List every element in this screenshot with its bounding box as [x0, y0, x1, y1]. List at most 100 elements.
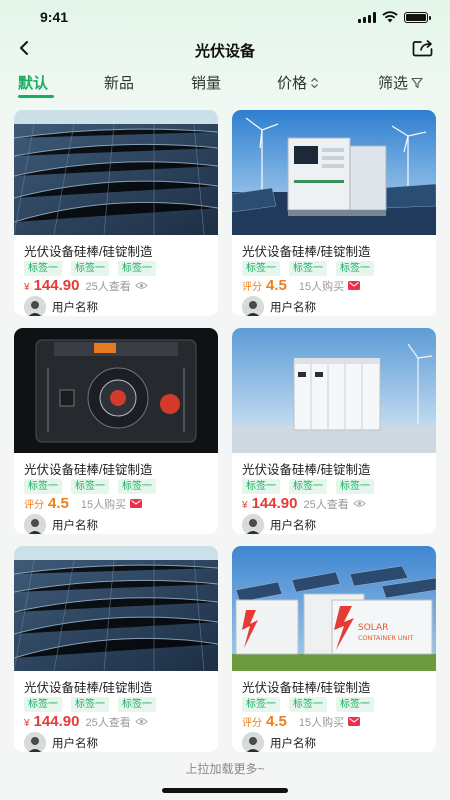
product-tag: 标签一	[242, 479, 280, 494]
product-card[interactable]: 光伏设备硅棒/硅锭制造 标签一 标签一 标签一 评分 4.5 15人购买 用户名称	[232, 110, 436, 316]
tab-new[interactable]: 新品	[104, 72, 134, 93]
user-name: 用户名称	[52, 302, 98, 314]
product-tag: 标签一	[242, 697, 280, 712]
seller-info[interactable]: 用户名称	[24, 732, 98, 752]
price-row: ¥144.90 25人查看	[24, 277, 148, 297]
currency-symbol: ¥	[24, 718, 30, 729]
price-row: ¥144.90 25人查看	[242, 495, 366, 515]
tab-price[interactable]: 价格	[277, 72, 319, 93]
price-row: ¥144.90 25人查看	[24, 713, 148, 733]
product-image	[232, 110, 436, 235]
avatar	[242, 514, 264, 534]
product-image	[14, 110, 218, 235]
product-tag: 标签一	[336, 697, 374, 712]
currency-symbol: ¥	[24, 282, 30, 293]
avatar	[24, 732, 46, 752]
product-score: 4.5	[48, 495, 69, 512]
tab-filter[interactable]: 筛选	[378, 72, 423, 93]
product-tag: 标签一	[289, 261, 327, 276]
image-text-solar: SOLAR	[358, 623, 388, 633]
purchase-count: 15人购买	[298, 281, 345, 293]
product-image	[14, 546, 218, 671]
product-tag: 标签一	[24, 261, 62, 276]
tab-default[interactable]: 默认	[18, 72, 48, 93]
product-tag: 标签一	[71, 697, 109, 712]
score-label: 评分	[242, 282, 262, 293]
page-title: 光伏设备	[194, 43, 255, 60]
tag-list: 标签一 标签一 标签一	[242, 479, 374, 494]
product-image	[14, 328, 218, 453]
currency-symbol: ¥	[242, 500, 248, 511]
cellular-signal-icon	[358, 11, 376, 23]
avatar	[24, 296, 46, 316]
image-text-container-unit: CONTAINER UNIT	[358, 634, 413, 642]
score-label: 评分	[24, 500, 44, 511]
status-time: 9:41	[40, 9, 69, 25]
filter-icon	[411, 77, 423, 88]
product-price: 144.90	[251, 495, 298, 512]
product-title: 光伏设备硅棒/硅锭制造	[24, 463, 153, 477]
user-name: 用户名称	[270, 520, 316, 532]
tag-list: 标签一 标签一 标签一	[24, 261, 156, 276]
product-card[interactable]: 光伏设备硅棒/硅锭制造 标签一 标签一 标签一 ¥144.90 25人查看 用户…	[14, 546, 218, 752]
product-price: 144.90	[33, 713, 80, 730]
tab-label: 销量	[191, 75, 222, 92]
sort-tabs: 默认 新品 销量 价格 筛选	[0, 72, 450, 102]
user-name: 用户名称	[270, 302, 316, 314]
tab-sales[interactable]: 销量	[191, 72, 221, 93]
product-title: 光伏设备硅棒/硅锭制造	[242, 463, 371, 477]
avatar	[242, 296, 264, 316]
score-label: 评分	[242, 718, 262, 729]
seller-info[interactable]: 用户名称	[242, 732, 316, 752]
product-card[interactable]: SOLAR CONTAINER UNIT 光伏设备硅棒/硅锭制造 标签一 标签一…	[232, 546, 436, 752]
view-count: 25人查看	[85, 281, 131, 293]
product-tag: 标签一	[336, 261, 374, 276]
product-tag: 标签一	[118, 479, 156, 494]
tag-list: 标签一 标签一 标签一	[242, 261, 374, 276]
product-tag: 标签一	[289, 697, 327, 712]
share-button[interactable]	[410, 36, 436, 60]
product-tag: 标签一	[24, 479, 62, 494]
purchase-count: 15人购买	[298, 717, 345, 729]
product-image	[232, 328, 436, 453]
product-tag: 标签一	[24, 697, 62, 712]
score-row: 评分 4.5 15人购买	[242, 713, 361, 733]
load-more-hint: 上拉加载更多~	[185, 762, 265, 776]
mail-icon	[348, 717, 361, 726]
product-tag: 标签一	[118, 261, 156, 276]
purchase-count: 15人购买	[80, 499, 127, 511]
eye-icon	[134, 718, 148, 725]
avatar	[242, 732, 264, 752]
product-tag: 标签一	[118, 697, 156, 712]
sort-icon	[311, 77, 318, 88]
eye-icon	[134, 282, 148, 289]
tab-label: 新品	[104, 75, 135, 92]
status-icons	[358, 11, 431, 23]
product-tag: 标签一	[336, 479, 374, 494]
product-card[interactable]: 光伏设备硅棒/硅锭制造 标签一 标签一 标签一 ¥144.90 25人查看 用户…	[14, 110, 218, 316]
tab-label: 筛选	[378, 75, 409, 92]
home-indicator[interactable]	[162, 788, 288, 793]
view-count: 25人查看	[303, 499, 349, 511]
product-tag: 标签一	[242, 261, 280, 276]
user-name: 用户名称	[270, 738, 316, 750]
wifi-icon	[382, 11, 398, 23]
mail-icon	[130, 499, 143, 508]
tag-list: 标签一 标签一 标签一	[242, 697, 374, 712]
tag-list: 标签一 标签一 标签一	[24, 479, 156, 494]
tab-label: 价格	[277, 75, 308, 92]
mail-icon	[348, 281, 361, 290]
product-tag: 标签一	[71, 479, 109, 494]
product-card[interactable]: 光伏设备硅棒/硅锭制造 标签一 标签一 标签一 评分 4.5 15人购买 用户名称	[14, 328, 218, 534]
product-tag: 标签一	[289, 479, 327, 494]
seller-info[interactable]: 用户名称	[24, 296, 98, 316]
product-card[interactable]: 光伏设备硅棒/硅锭制造 标签一 标签一 标签一 ¥144.90 25人查看 用户…	[232, 328, 436, 534]
nav-bar: 光伏设备	[0, 34, 450, 64]
seller-info[interactable]: 用户名称	[242, 514, 316, 534]
tab-label: 默认	[18, 75, 49, 92]
user-name: 用户名称	[52, 520, 98, 532]
seller-info[interactable]: 用户名称	[24, 514, 98, 534]
seller-info[interactable]: 用户名称	[242, 296, 316, 316]
active-tab-indicator	[18, 95, 54, 98]
score-row: 评分 4.5 15人购买	[24, 495, 143, 515]
